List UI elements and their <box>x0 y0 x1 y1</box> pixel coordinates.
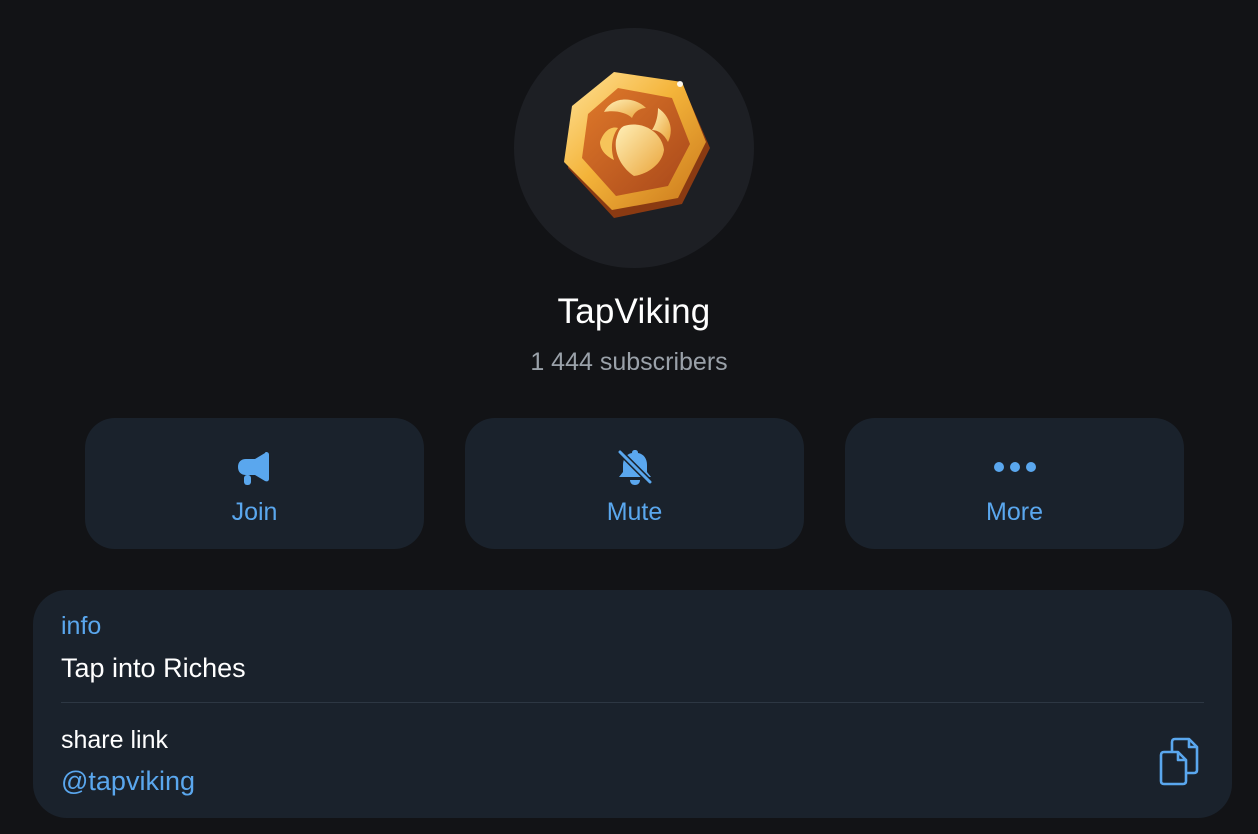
copy-button[interactable] <box>1159 736 1207 786</box>
info-label: info <box>61 612 102 640</box>
subscriber-count: 1 444 subscribers <box>530 348 728 376</box>
viking-shield-coin-icon <box>564 72 710 218</box>
copy-icon <box>1159 737 1199 786</box>
more-dots-icon <box>845 446 1184 488</box>
more-label: More <box>986 498 1043 526</box>
channel-avatar <box>514 28 754 268</box>
divider <box>61 702 1204 703</box>
mute-button[interactable]: Mute <box>465 418 804 549</box>
mute-label: Mute <box>606 498 663 526</box>
channel-profile-page: TapViking 1 444 subscribers Join Mute Mo… <box>0 0 1258 834</box>
share-link-label: share link <box>61 726 168 754</box>
megaphone-icon <box>85 446 424 488</box>
bell-off-icon <box>465 446 804 488</box>
share-link-value[interactable]: @tapviking <box>61 766 195 797</box>
channel-name: TapViking <box>557 292 711 331</box>
info-value[interactable]: Tap into Riches <box>61 653 246 684</box>
channel-info-card: info Tap into Riches share link @tapviki… <box>33 590 1232 818</box>
more-button[interactable]: More <box>845 418 1184 549</box>
join-button[interactable]: Join <box>85 418 424 549</box>
join-label: Join <box>231 498 278 526</box>
